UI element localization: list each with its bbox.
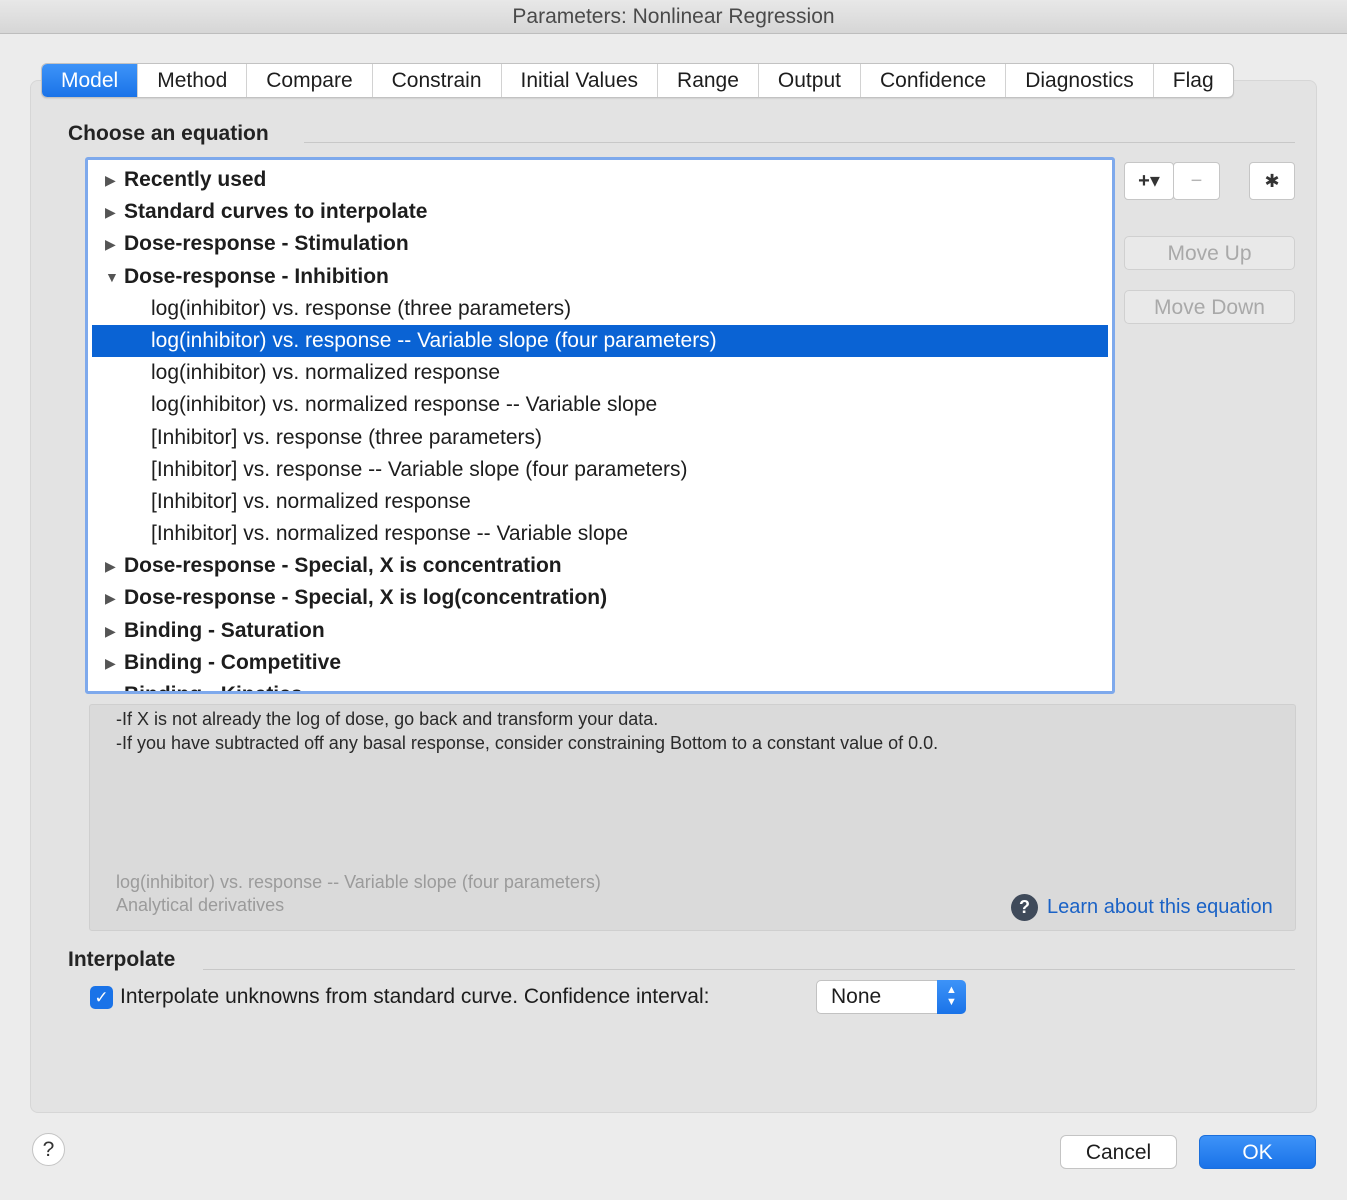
help-button[interactable]: ? bbox=[32, 1133, 65, 1166]
equation-item[interactable]: log(inhibitor) vs. normalized response bbox=[88, 357, 1112, 389]
window-title: Parameters: Nonlinear Regression bbox=[0, 0, 1347, 34]
tab-bar: Model Method Compare Constrain Initial V… bbox=[41, 63, 1234, 98]
equation-item[interactable]: log(inhibitor) vs. normalized response -… bbox=[88, 389, 1112, 421]
equation-label: log(inhibitor) vs. response -- Variable … bbox=[151, 328, 717, 352]
description-line-2: -If you have subtracted off any basal re… bbox=[116, 733, 939, 753]
disclosure-right-icon[interactable]: ▶ bbox=[105, 196, 116, 228]
tab-confidence[interactable]: Confidence bbox=[861, 64, 1007, 97]
equation-group[interactable]: ▼ Dose-response - Inhibition bbox=[88, 261, 1112, 293]
disclosure-right-icon[interactable]: ▶ bbox=[105, 550, 116, 582]
disclosure-right-icon[interactable]: ▶ bbox=[105, 647, 116, 679]
equation-label: log(inhibitor) vs. normalized response -… bbox=[151, 393, 658, 417]
interpolate-checkbox[interactable]: ✓ bbox=[90, 986, 113, 1009]
move-down-button[interactable]: Move Down bbox=[1124, 290, 1295, 324]
tab-compare[interactable]: Compare bbox=[247, 64, 373, 97]
tab-flag[interactable]: Flag bbox=[1154, 64, 1233, 97]
choose-equation-heading: Choose an equation bbox=[68, 122, 269, 145]
equation-group[interactable]: ▶ Dose-response - Special, X is log(conce… bbox=[88, 582, 1112, 614]
tab-range[interactable]: Range bbox=[658, 64, 759, 97]
tab-method[interactable]: Method bbox=[138, 64, 248, 97]
equation-label: Dose-response - Stimulation bbox=[124, 232, 409, 256]
equation-list[interactable]: ▶ Recently used ▶ Standard curves to interp… bbox=[85, 157, 1115, 694]
equation-label: log(inhibitor) vs. normalized response bbox=[151, 361, 500, 385]
equation-label: Binding - Competitive bbox=[124, 650, 341, 674]
derivatives-note: Analytical derivatives bbox=[116, 895, 285, 915]
equation-group[interactable]: ▶ Binding - Saturation bbox=[88, 615, 1112, 647]
disclosure-right-icon[interactable]: ▶ bbox=[105, 582, 116, 614]
chevron-updown-icon: ▲ ▼ bbox=[937, 980, 966, 1014]
remove-equation-button[interactable]: − bbox=[1173, 162, 1220, 200]
tab-diagnostics[interactable]: Diagnostics bbox=[1006, 64, 1154, 97]
equation-label: Standard curves to interpolate bbox=[124, 200, 428, 224]
equation-item[interactable]: [Inhibitor] vs. response -- Variable slo… bbox=[88, 454, 1112, 486]
disclosure-down-icon[interactable]: ▼ bbox=[105, 261, 119, 293]
add-equation-button[interactable]: +▾ bbox=[1124, 162, 1174, 200]
settings-button[interactable]: ✱ bbox=[1249, 162, 1295, 200]
equation-label: [Inhibitor] vs. response -- Variable slo… bbox=[151, 457, 688, 481]
checkmark-icon: ✓ bbox=[94, 988, 109, 1007]
disclosure-right-icon[interactable]: ▶ bbox=[105, 679, 116, 691]
cancel-button[interactable]: Cancel bbox=[1060, 1135, 1177, 1169]
equation-item[interactable]: [Inhibitor] vs. normalized response bbox=[88, 486, 1112, 518]
help-circle-icon: ? bbox=[1011, 894, 1038, 921]
gear-icon: ✱ bbox=[1264, 171, 1280, 191]
move-up-button[interactable]: Move Up bbox=[1124, 236, 1295, 270]
equation-label: Dose-response - Special, X is concentrat… bbox=[124, 554, 562, 578]
tab-constrain[interactable]: Constrain bbox=[373, 64, 502, 97]
equation-label: Binding - Kinetics bbox=[124, 683, 303, 691]
section-divider bbox=[304, 142, 1295, 143]
select-value: None bbox=[831, 985, 882, 1008]
equation-item[interactable]: [Inhibitor] vs. response (three paramete… bbox=[88, 422, 1112, 454]
equation-item[interactable]: [Inhibitor] vs. normalized response -- V… bbox=[88, 518, 1112, 550]
equation-label: Binding - Saturation bbox=[124, 618, 325, 642]
equation-item[interactable]: log(inhibitor) vs. response -- Variable … bbox=[92, 324, 1108, 358]
disclosure-right-icon[interactable]: ▶ bbox=[105, 164, 116, 196]
equation-label: [Inhibitor] vs. response (three paramete… bbox=[151, 425, 543, 449]
equation-group[interactable]: ▶ Dose-response - Special, X is concentra… bbox=[88, 550, 1112, 582]
section-divider bbox=[203, 969, 1295, 970]
tab-output[interactable]: Output bbox=[759, 64, 861, 97]
equation-group[interactable]: ▶ Binding - Kinetics bbox=[88, 679, 1112, 691]
tab-model[interactable]: Model bbox=[42, 64, 139, 97]
learn-about-equation-link[interactable]: ? Learn about this equation bbox=[1011, 894, 1273, 921]
interpolate-heading: Interpolate bbox=[68, 948, 176, 971]
equation-group[interactable]: ▶ Standard curves to interpolate bbox=[88, 196, 1112, 228]
disclosure-right-icon[interactable]: ▶ bbox=[105, 615, 116, 647]
equation-name: log(inhibitor) vs. response -- Variable … bbox=[116, 872, 601, 892]
interpolate-label: Interpolate unknowns from standard curve… bbox=[120, 985, 710, 1008]
confidence-interval-select[interactable]: None ▲ ▼ bbox=[816, 980, 966, 1014]
ok-button[interactable]: OK bbox=[1199, 1135, 1316, 1169]
equation-group[interactable]: ▶ Binding - Competitive bbox=[88, 647, 1112, 679]
description-line-1: -If X is not already the log of dose, go… bbox=[116, 709, 659, 729]
equation-item[interactable]: log(inhibitor) vs. response (three param… bbox=[88, 293, 1112, 325]
tab-initial-values[interactable]: Initial Values bbox=[502, 64, 659, 97]
equation-label: [Inhibitor] vs. normalized response bbox=[151, 489, 471, 513]
equation-label: Dose-response - Inhibition bbox=[124, 264, 389, 288]
equation-group[interactable]: ▶ Recently used bbox=[88, 164, 1112, 196]
equation-label: Dose-response - Special, X is log(concen… bbox=[124, 586, 608, 610]
equation-label: [Inhibitor] vs. normalized response -- V… bbox=[151, 522, 629, 546]
equation-label: Recently used bbox=[124, 168, 267, 191]
equation-group[interactable]: ▶ Dose-response - Stimulation bbox=[88, 228, 1112, 260]
disclosure-right-icon[interactable]: ▶ bbox=[105, 228, 116, 260]
equation-label: log(inhibitor) vs. response (three param… bbox=[151, 296, 572, 320]
learn-link-label: Learn about this equation bbox=[1047, 896, 1273, 918]
